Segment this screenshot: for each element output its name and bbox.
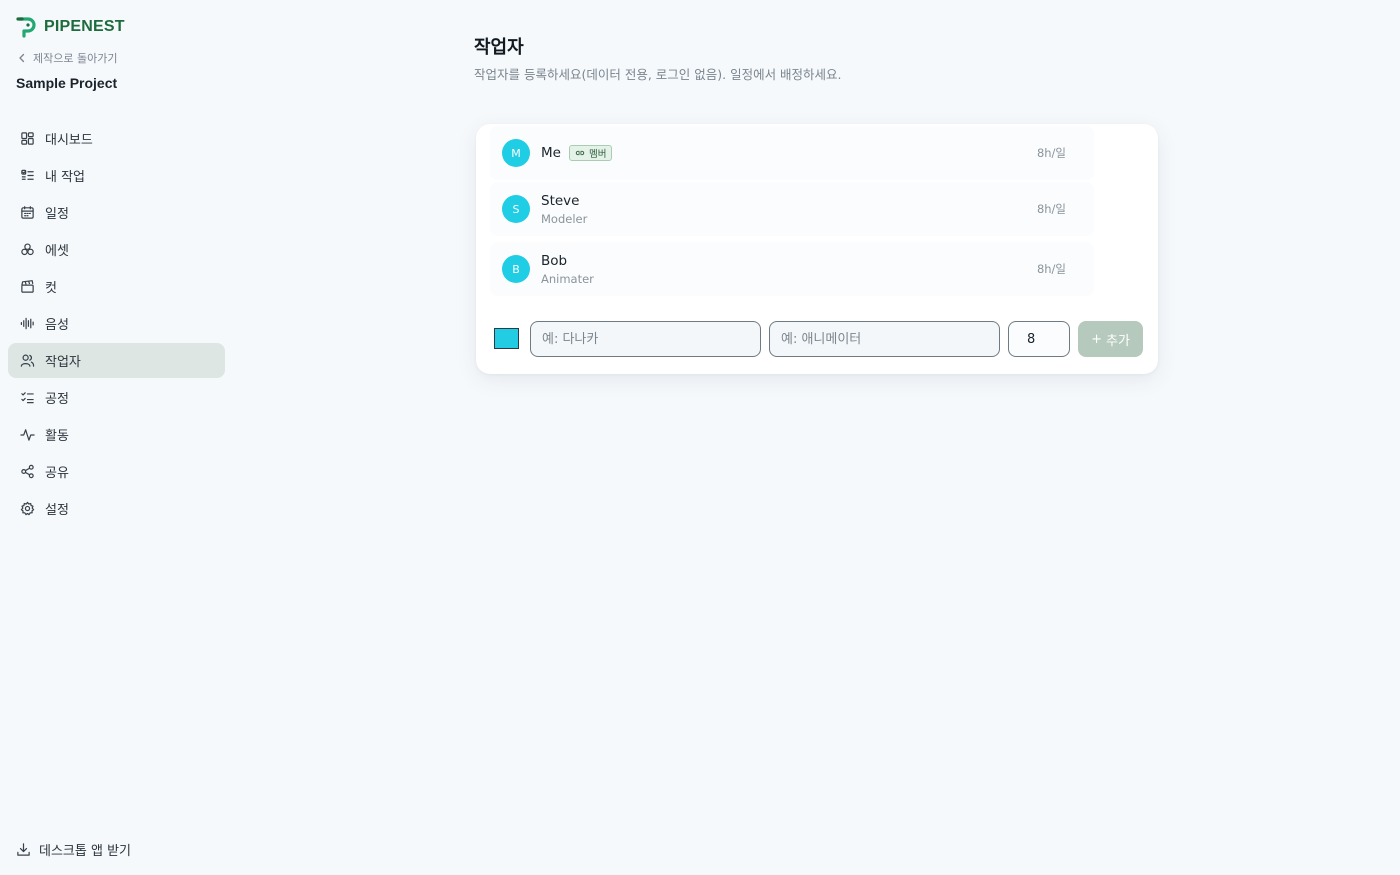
sidebar-item-label: 설정 <box>45 503 69 518</box>
sidebar-item-label: 작업자 <box>45 355 81 370</box>
sidebar-item-activity[interactable]: 활동 <box>8 417 225 452</box>
sidebar-item-settings[interactable]: 설정 <box>8 491 225 526</box>
worker-row[interactable]: B Bob Animater 8h/일 <box>490 242 1094 296</box>
back-to-production-link[interactable]: 제작으로 돌아가기 <box>17 50 117 66</box>
sidebar-item-label: 활동 <box>45 429 69 444</box>
calendar-icon <box>21 206 34 219</box>
worker-role: Modeler <box>541 211 588 226</box>
worker-row[interactable]: S Steve Modeler 8h/일 <box>490 182 1094 236</box>
sidebar-item-share[interactable]: 공유 <box>8 454 225 489</box>
plus-icon: + <box>1091 331 1102 347</box>
sidebar-item-cuts[interactable]: 컷 <box>8 269 225 304</box>
dashboard-icon <box>21 132 34 145</box>
avatar: M <box>502 139 530 167</box>
gear-icon <box>20 501 35 516</box>
member-badge: 멤버 <box>568 145 613 161</box>
back-link-label: 제작으로 돌아가기 <box>33 52 118 65</box>
activity-icon <box>20 429 35 441</box>
chevron-left-icon <box>19 53 25 63</box>
sidebar-item-label: 공유 <box>45 466 69 481</box>
sidebar-item-label: 일정 <box>45 207 69 222</box>
pipenest-logo-icon <box>16 17 36 38</box>
desktop-app-label: 데스크톱 앱 받기 <box>39 844 131 859</box>
sidebar-item-dashboard[interactable]: 대시보드 <box>8 121 225 156</box>
download-icon <box>17 843 30 856</box>
worker-name: Steve <box>541 192 580 209</box>
worker-row[interactable]: M Me 멤버 8h/일 <box>490 126 1094 180</box>
task-list-icon <box>21 169 34 180</box>
sidebar: PIPENEST 제작으로 돌아가기 Sample Project 대시보드 내… <box>0 0 232 875</box>
sidebar-item-label: 에셋 <box>45 244 69 259</box>
sidebar-item-label: 내 작업 <box>45 170 86 185</box>
brand-name: PIPENEST <box>44 18 125 35</box>
worker-hours: 8h/일 <box>1036 202 1066 216</box>
worker-info: Steve Modeler <box>541 193 587 226</box>
clapperboard-icon <box>21 280 34 293</box>
worker-name: Me <box>541 145 561 161</box>
page-title: 작업자 <box>474 37 524 58</box>
sidebar-item-label: 공정 <box>45 392 69 407</box>
avatar: B <box>502 255 530 283</box>
member-badge-label: 멤버 <box>588 149 607 160</box>
color-picker[interactable] <box>494 328 519 349</box>
sidebar-item-assets[interactable]: 에셋 <box>8 232 225 267</box>
worker-info: Bob Animater <box>541 253 594 286</box>
worker-hours: 8h/일 <box>1036 262 1066 276</box>
worker-name-line: Me 멤버 <box>541 145 613 161</box>
sidebar-item-label: 대시보드 <box>45 133 93 148</box>
worker-name-input[interactable] <box>530 321 761 357</box>
sidebar-nav: 대시보드 내 작업 일정 에셋 컷 음성 작업자 공정 활동 공유 설정 <box>8 121 225 528</box>
project-name: Sample Project <box>16 75 118 91</box>
sidebar-item-schedule[interactable]: 일정 <box>8 195 225 230</box>
worker-role: Animater <box>541 271 594 286</box>
sidebar-item-workers[interactable]: 작업자 <box>8 343 225 378</box>
worker-hours: 8h/일 <box>1036 146 1066 160</box>
page-subtitle: 작업자를 등록하세요(데이터 전용, 로그인 없음). 일정에서 배정하세요. <box>474 67 842 82</box>
audio-wave-icon <box>20 317 34 330</box>
checklist-icon <box>21 392 34 404</box>
add-button-label: 추가 <box>1105 333 1130 349</box>
sidebar-item-audio[interactable]: 음성 <box>8 306 225 341</box>
link-icon <box>575 150 585 156</box>
sidebar-item-my-tasks[interactable]: 내 작업 <box>8 158 225 193</box>
worker-role-input[interactable] <box>769 321 1000 357</box>
worker-info: Me 멤버 <box>541 145 613 161</box>
share-icon <box>21 464 34 479</box>
add-worker-button[interactable]: + 추가 <box>1078 321 1143 357</box>
desktop-app-download-link[interactable]: 데스크톱 앱 받기 <box>16 840 131 859</box>
sidebar-item-label: 컷 <box>45 281 57 296</box>
worker-name: Bob <box>541 252 568 269</box>
sidebar-item-label: 음성 <box>45 318 69 333</box>
users-icon <box>20 354 35 367</box>
avatar: S <box>502 195 530 223</box>
hours-per-day-input[interactable] <box>1008 321 1070 357</box>
workers-card: M Me 멤버 8h/일 S Steve Modeler 8h/일 B Bob <box>476 124 1158 374</box>
sidebar-item-process[interactable]: 공정 <box>8 380 225 415</box>
brand[interactable]: PIPENEST <box>16 16 125 38</box>
assets-icon <box>21 243 34 256</box>
